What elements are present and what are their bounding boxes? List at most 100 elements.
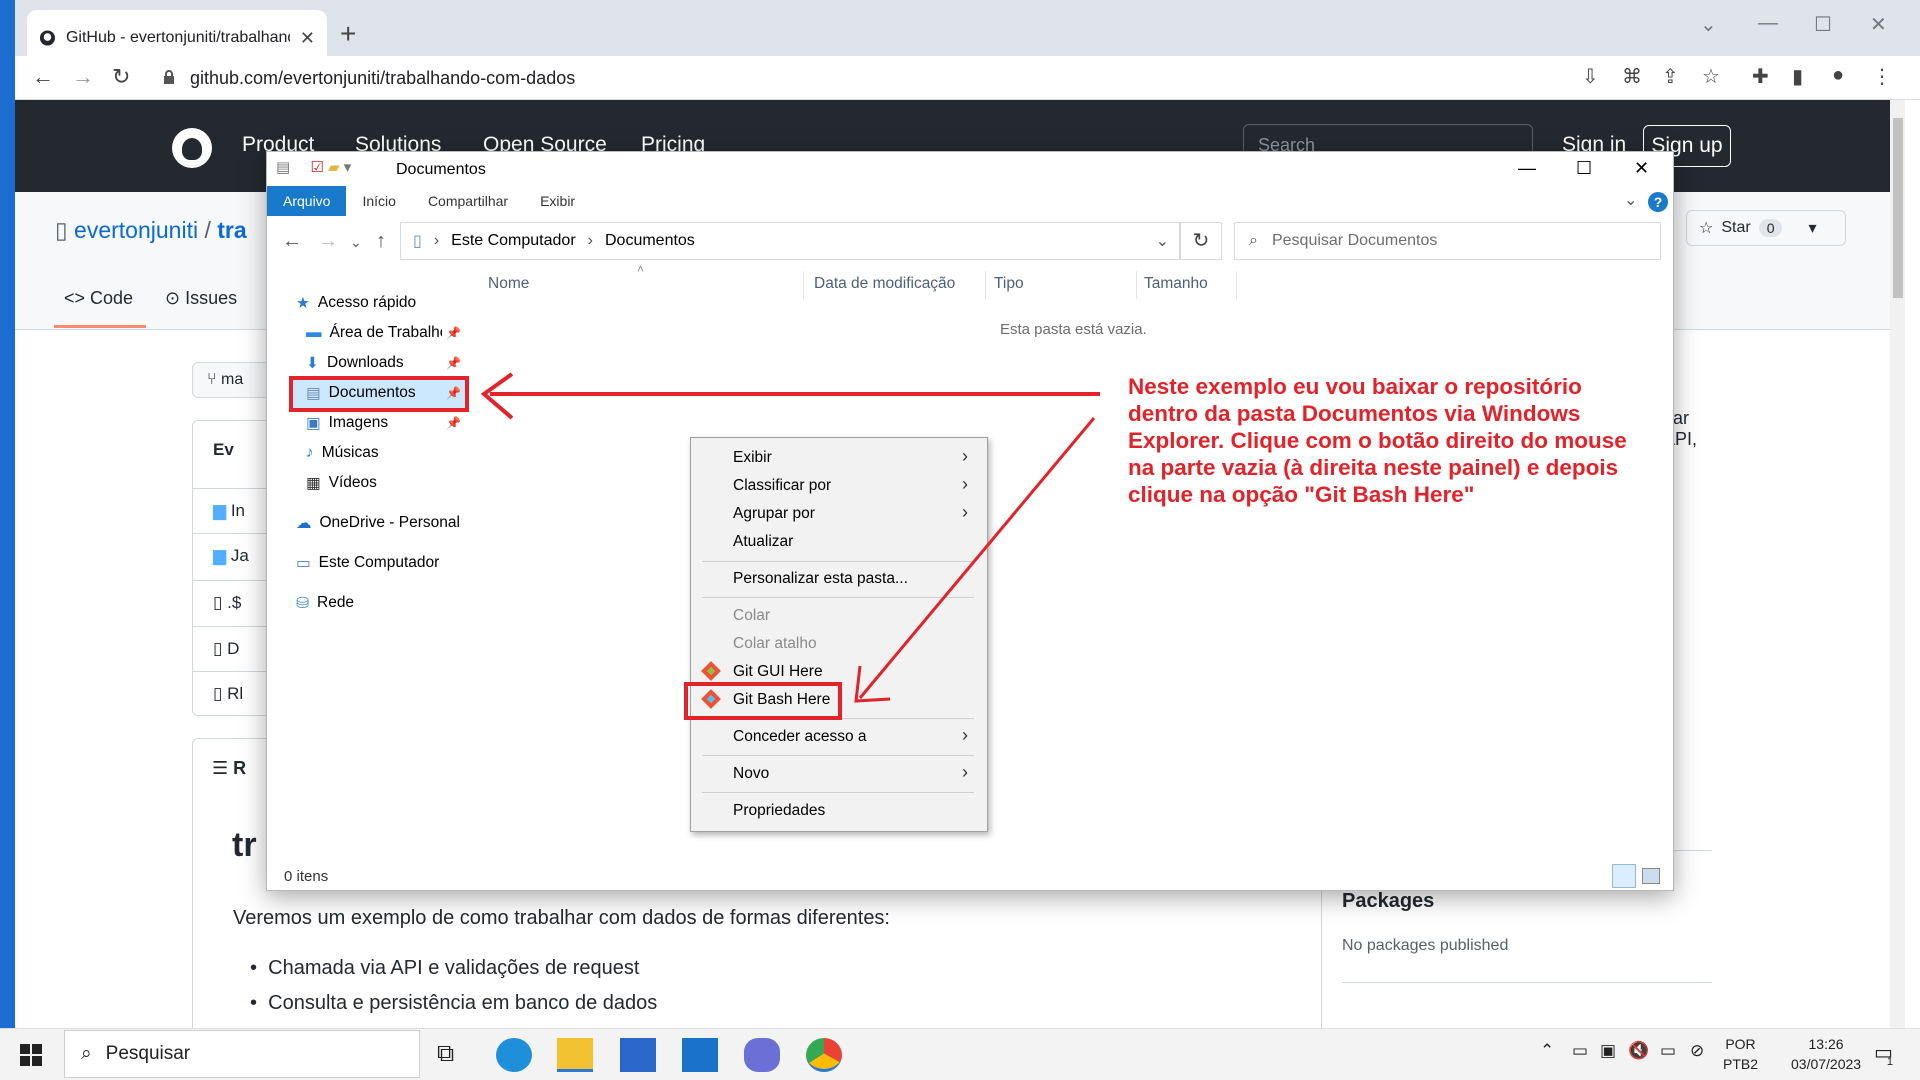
file-name[interactable]: Ja bbox=[231, 546, 249, 565]
chrome-icon[interactable] bbox=[806, 1038, 842, 1072]
repo-title[interactable]: ▯ evertonjuniti / tra bbox=[55, 217, 247, 244]
column-name[interactable]: Nome bbox=[488, 275, 529, 293]
breadcrumb-chevron-icon[interactable]: › bbox=[588, 232, 593, 250]
nav-images[interactable]: ▣ Imagens bbox=[306, 410, 388, 436]
explorer-search-input[interactable]: ⌕ Pesquisar Documentos bbox=[1234, 222, 1661, 260]
column-separator[interactable] bbox=[1236, 271, 1237, 299]
explorer-minimize-icon[interactable]: — bbox=[1518, 158, 1536, 179]
clock[interactable]: 13:26 03/07/2023 bbox=[1791, 1034, 1861, 1074]
file-name[interactable]: Rl bbox=[227, 684, 243, 703]
tab-code[interactable]: <> Code bbox=[64, 288, 133, 309]
explorer-forward-icon[interactable]: → bbox=[318, 230, 338, 253]
back-icon[interactable]: ← bbox=[32, 64, 54, 90]
mail-icon[interactable] bbox=[682, 1038, 718, 1072]
maximize-icon[interactable]: ☐ bbox=[1814, 12, 1832, 37]
nav-videos[interactable]: ▦ Vídeos bbox=[306, 470, 377, 496]
close-window-icon[interactable]: ✕ bbox=[1870, 12, 1887, 37]
breadcrumb-this-pc[interactable]: Este Computador bbox=[451, 232, 576, 250]
nav-downloads[interactable]: ⬇ Downloads bbox=[306, 350, 404, 376]
readme-header[interactable]: ☰ R bbox=[212, 758, 246, 779]
help-icon[interactable]: ? bbox=[1648, 192, 1668, 212]
menu-item-give-access[interactable]: Conceder acesso a bbox=[733, 728, 867, 746]
tab-close-icon[interactable]: ✕ bbox=[300, 28, 315, 49]
new-folder-icon[interactable]: ▰ bbox=[328, 159, 340, 176]
breadcrumb-chevron-icon[interactable]: › bbox=[434, 232, 439, 250]
menu-item-properties[interactable]: Propriedades bbox=[733, 802, 825, 820]
task-view-icon[interactable]: ⧉ bbox=[437, 1040, 454, 1068]
file-name[interactable]: In bbox=[231, 501, 245, 520]
address-dropdown-icon[interactable]: ⌄ bbox=[1156, 231, 1169, 251]
file-name[interactable]: D bbox=[227, 639, 239, 658]
explorer-close-icon[interactable]: ✕ bbox=[1634, 158, 1649, 179]
properties-icon[interactable]: ▤ bbox=[276, 159, 290, 176]
menu-icon[interactable]: ⋮ bbox=[1872, 64, 1892, 89]
speaker-muted-icon[interactable]: 🔇 bbox=[1628, 1041, 1649, 1061]
tray-chevron-icon[interactable]: ⌃ bbox=[1540, 1041, 1554, 1061]
side-panel-icon[interactable]: ▮ bbox=[1792, 64, 1803, 89]
column-separator[interactable] bbox=[803, 271, 804, 299]
column-separator[interactable] bbox=[1136, 271, 1137, 299]
explorer-maximize-icon[interactable]: ☐ bbox=[1576, 158, 1592, 179]
quick-access-toolbar[interactable]: ▤ ☑ ▰ ▾ bbox=[276, 158, 351, 176]
qa-dropdown-icon[interactable]: ▾ bbox=[344, 159, 352, 176]
store-icon[interactable] bbox=[620, 1038, 656, 1072]
ribbon-tab-inicio[interactable]: Início bbox=[346, 186, 411, 216]
nav-desktop[interactable]: ▬ Área de Trabalho bbox=[306, 320, 442, 346]
reload-icon[interactable]: ↻ bbox=[112, 64, 130, 90]
ribbon-expand-icon[interactable]: ⌄ bbox=[1624, 190, 1637, 210]
file-name[interactable]: .$ bbox=[227, 593, 241, 612]
nav-music[interactable]: ♪ Músicas bbox=[306, 440, 379, 466]
language-indicator[interactable]: POR PTB2 bbox=[1723, 1034, 1758, 1074]
repo-name[interactable]: tra bbox=[217, 217, 246, 243]
address-bar[interactable]: github.com/evertonjuniti/trabalhando-com… bbox=[150, 62, 1550, 94]
install-icon[interactable]: ⇩ bbox=[1582, 64, 1599, 89]
breadcrumb-documents[interactable]: Documentos bbox=[605, 232, 695, 250]
translate-icon[interactable]: ⌘ bbox=[1622, 64, 1642, 89]
explorer-back-icon[interactable]: ← bbox=[282, 230, 302, 253]
menu-item-new[interactable]: Novo bbox=[733, 765, 769, 783]
page-scrollbar-thumb[interactable] bbox=[1893, 118, 1903, 298]
pin-icon[interactable]: 📌 bbox=[446, 326, 461, 340]
notifications-icon[interactable]: ▭1 bbox=[1874, 1040, 1899, 1068]
windows-start-icon[interactable] bbox=[20, 1044, 42, 1066]
star-button[interactable]: ☆ Star 0 ▾ bbox=[1686, 210, 1846, 246]
forward-icon[interactable]: → bbox=[72, 64, 94, 90]
tab-search-icon[interactable]: ⌄ bbox=[1700, 12, 1717, 37]
up-icon[interactable]: ↑ bbox=[376, 230, 386, 253]
explorer-address-bar[interactable]: ▯ › Este Computador › Documentos ⌄ bbox=[400, 222, 1180, 260]
camera-icon[interactable]: ▣ bbox=[1600, 1041, 1616, 1061]
share-icon[interactable]: ⇪ bbox=[1662, 64, 1679, 89]
minimize-icon[interactable]: — bbox=[1758, 12, 1778, 35]
nav-onedrive[interactable]: ☁ OneDrive - Personal bbox=[296, 510, 460, 536]
edge-icon[interactable] bbox=[496, 1038, 532, 1072]
profile-icon[interactable]: ● bbox=[1832, 64, 1844, 87]
ribbon-tab-arquivo[interactable]: Arquivo bbox=[267, 186, 347, 216]
star-dropdown-icon[interactable]: ▾ bbox=[1808, 218, 1816, 238]
column-size[interactable]: Tamanho bbox=[1144, 275, 1208, 293]
file-explorer-icon[interactable] bbox=[557, 1038, 593, 1072]
large-icons-view-icon[interactable] bbox=[1642, 868, 1660, 884]
details-view-icon[interactable] bbox=[1612, 864, 1636, 888]
column-separator[interactable] bbox=[985, 271, 986, 299]
nav-quick-access[interactable]: ★ Acesso rápido bbox=[296, 290, 416, 316]
ribbon-tab-exibir[interactable]: Exibir bbox=[524, 186, 591, 216]
battery-icon[interactable]: ▭ bbox=[1572, 1041, 1588, 1061]
copilot-icon[interactable] bbox=[744, 1038, 780, 1072]
ribbon-tab-compartilhar[interactable]: Compartilhar bbox=[412, 186, 524, 216]
bookmark-star-icon[interactable]: ☆ bbox=[1702, 64, 1720, 89]
column-date-modified[interactable]: Data de modificação bbox=[814, 275, 955, 293]
explorer-refresh-icon[interactable]: ↻ bbox=[1180, 222, 1222, 260]
checkbox-icon[interactable]: ☑ bbox=[310, 159, 323, 176]
display-icon[interactable]: ▭ bbox=[1660, 1041, 1676, 1061]
network-status-icon[interactable]: ⊘ bbox=[1690, 1041, 1704, 1061]
tab-issues[interactable]: ⊙ Issues bbox=[165, 288, 237, 309]
repo-owner[interactable]: evertonjuniti bbox=[74, 217, 198, 243]
column-type[interactable]: Tipo bbox=[994, 275, 1024, 293]
pin-icon[interactable]: 📌 bbox=[446, 356, 461, 370]
taskbar-search[interactable]: ⌕ Pesquisar bbox=[64, 1030, 420, 1078]
nav-network[interactable]: ⛁ Rede bbox=[296, 590, 354, 616]
pin-icon[interactable]: 📌 bbox=[446, 416, 461, 430]
new-tab-button[interactable]: + bbox=[340, 18, 356, 50]
recent-locations-icon[interactable]: ⌄ bbox=[350, 234, 362, 251]
extensions-icon[interactable]: ✚ bbox=[1752, 64, 1769, 89]
